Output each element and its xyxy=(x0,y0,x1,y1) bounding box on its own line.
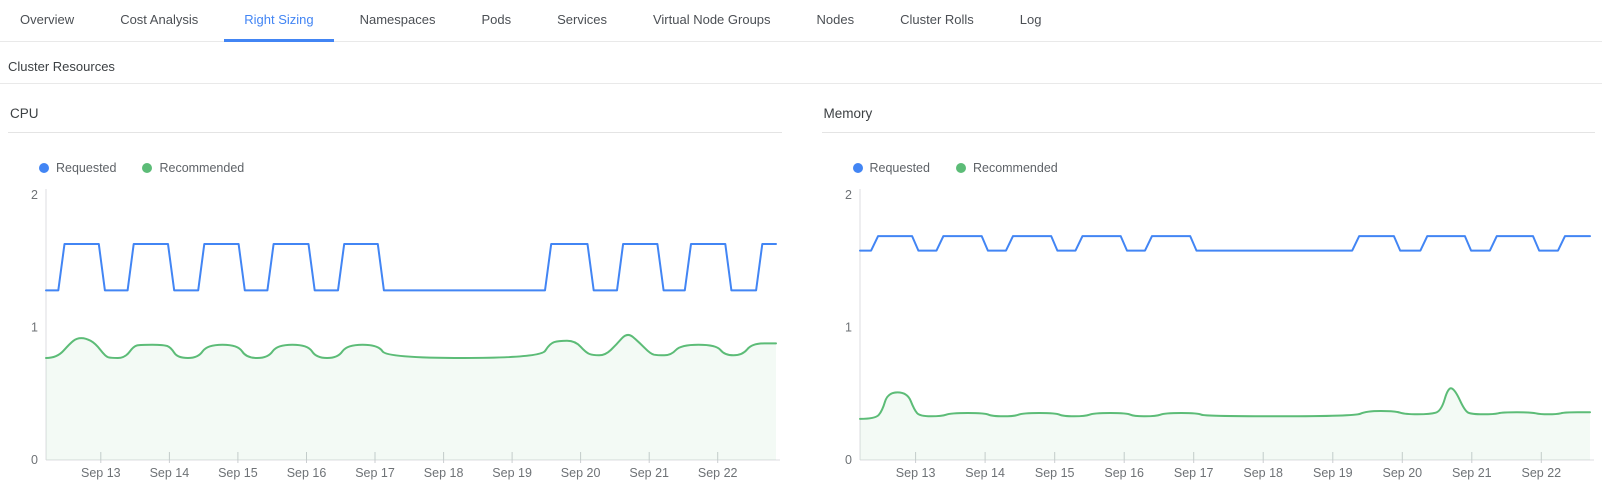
tab-log[interactable]: Log xyxy=(1000,0,1062,42)
svg-text:Sep 13: Sep 13 xyxy=(895,466,935,480)
svg-text:0: 0 xyxy=(31,453,38,467)
tab-namespaces[interactable]: Namespaces xyxy=(340,0,456,42)
requested-dot-icon xyxy=(39,163,49,173)
svg-text:Sep 22: Sep 22 xyxy=(698,466,738,480)
cluster-resources-header: Cluster Resources xyxy=(0,42,1602,84)
memory-chart-canvas: 0 1 2 Sep 13 Sep 14 Sep 15 Sep 16 Sep 17 Sep 18 S… xyxy=(822,181,1596,481)
tab-cluster-rolls[interactable]: Cluster Rolls xyxy=(880,0,994,42)
svg-text:Sep 20: Sep 20 xyxy=(1382,466,1422,480)
svg-text:Sep 21: Sep 21 xyxy=(1451,466,1491,480)
svg-text:Sep 20: Sep 20 xyxy=(561,466,601,480)
svg-text:Sep 16: Sep 16 xyxy=(1104,466,1144,480)
requested-dot-icon xyxy=(853,163,863,173)
svg-text:2: 2 xyxy=(31,188,38,202)
svg-text:Sep 18: Sep 18 xyxy=(424,466,464,480)
cpu-chart[interactable]: 0 1 2 Sep 13 Sep 14 Sep 15 Sep 16 Sep 17 Sep 18 S… xyxy=(8,181,782,481)
svg-text:1: 1 xyxy=(31,321,38,335)
svg-text:Sep 16: Sep 16 xyxy=(287,466,327,480)
tab-overview[interactable]: Overview xyxy=(0,0,94,42)
svg-text:Sep 22: Sep 22 xyxy=(1521,466,1561,480)
svg-text:Sep 19: Sep 19 xyxy=(492,466,532,480)
svg-text:Sep 13: Sep 13 xyxy=(81,466,121,480)
legend-item-requested[interactable]: Requested xyxy=(853,161,930,175)
svg-text:Sep 14: Sep 14 xyxy=(965,466,1005,480)
tab-services[interactable]: Services xyxy=(537,0,627,42)
svg-text:Sep 18: Sep 18 xyxy=(1243,466,1283,480)
cpu-chart-canvas: 0 1 2 Sep 13 Sep 14 Sep 15 Sep 16 Sep 17 Sep 18 S… xyxy=(8,181,782,481)
svg-text:Sep 15: Sep 15 xyxy=(218,466,258,480)
section-title: Cluster Resources xyxy=(8,59,1594,74)
legend-label: Requested xyxy=(870,161,930,175)
svg-text:Sep 17: Sep 17 xyxy=(355,466,395,480)
svg-text:0: 0 xyxy=(845,453,852,467)
svg-text:1: 1 xyxy=(845,321,852,335)
svg-text:2: 2 xyxy=(845,188,852,202)
svg-text:Sep 14: Sep 14 xyxy=(150,466,190,480)
tab-nodes[interactable]: Nodes xyxy=(797,0,875,42)
svg-text:Sep 21: Sep 21 xyxy=(629,466,669,480)
tab-bar: Overview Cost Analysis Right Sizing Name… xyxy=(0,0,1602,42)
tab-virtual-node-groups[interactable]: Virtual Node Groups xyxy=(633,0,791,42)
memory-chart-title: Memory xyxy=(822,106,1596,133)
tab-right-sizing[interactable]: Right Sizing xyxy=(224,0,333,42)
memory-panel: Memory Requested Recommended 0 1 2 Sep 13 Se… xyxy=(822,106,1596,481)
tab-pods[interactable]: Pods xyxy=(461,0,531,42)
legend-label: Recommended xyxy=(973,161,1058,175)
memory-legend: Requested Recommended xyxy=(853,161,1596,175)
charts-row: CPU Requested Recommended 0 1 2 Sep 13 Sep 1… xyxy=(0,106,1602,481)
tab-cost-analysis[interactable]: Cost Analysis xyxy=(100,0,218,42)
cpu-chart-title: CPU xyxy=(8,106,782,133)
legend-item-recommended[interactable]: Recommended xyxy=(956,161,1058,175)
svg-text:Sep 15: Sep 15 xyxy=(1034,466,1074,480)
recommended-dot-icon xyxy=(956,163,966,173)
legend-item-requested[interactable]: Requested xyxy=(39,161,116,175)
legend-item-recommended[interactable]: Recommended xyxy=(142,161,244,175)
legend-label: Requested xyxy=(56,161,116,175)
cpu-panel: CPU Requested Recommended 0 1 2 Sep 13 Sep 1… xyxy=(8,106,782,481)
svg-text:Sep 19: Sep 19 xyxy=(1312,466,1352,480)
memory-chart[interactable]: 0 1 2 Sep 13 Sep 14 Sep 15 Sep 16 Sep 17 Sep 18 S… xyxy=(822,181,1596,481)
legend-label: Recommended xyxy=(159,161,244,175)
right-sizing-page: Overview Cost Analysis Right Sizing Name… xyxy=(0,0,1602,488)
svg-text:Sep 17: Sep 17 xyxy=(1173,466,1213,480)
cpu-legend: Requested Recommended xyxy=(39,161,782,175)
recommended-dot-icon xyxy=(142,163,152,173)
